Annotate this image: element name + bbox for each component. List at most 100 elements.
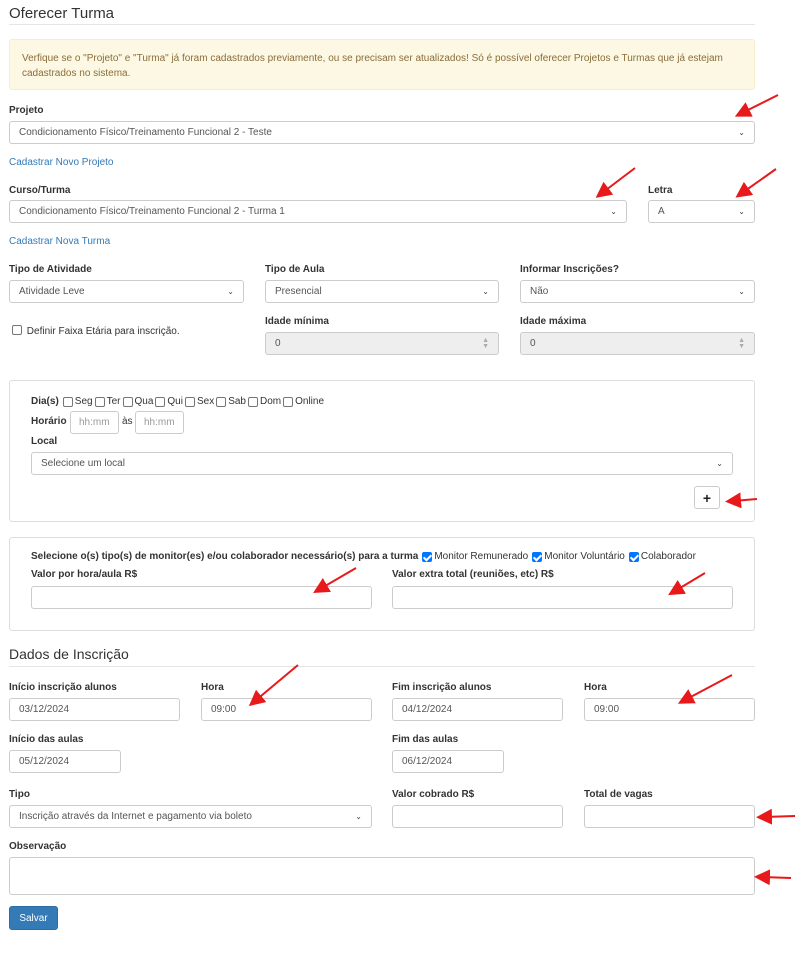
spinner-icon: ▲ ▼ <box>482 336 489 350</box>
cadastrar-projeto-link[interactable]: Cadastrar Novo Projeto <box>9 157 114 168</box>
monitor-remunerado-checkbox[interactable]: Monitor Remunerado <box>422 551 528 562</box>
tipo-select[interactable]: Inscrição através da Internet e pagament… <box>9 805 372 828</box>
informar-inscricoes-label: Informar Inscrições? <box>520 264 619 275</box>
idade-minima-value: 0 <box>275 338 281 349</box>
inicio-aulas-label: Início das aulas <box>9 734 84 745</box>
total-vagas-input[interactable] <box>584 805 755 828</box>
observacao-label: Observação <box>9 841 67 852</box>
tipo-aula-label: Tipo de Aula <box>265 264 325 275</box>
hora-inicio-label: Hora <box>201 682 224 693</box>
dia-online-checkbox[interactable]: Online <box>283 396 324 407</box>
fim-aulas-input[interactable]: 06/12/2024 <box>392 750 504 773</box>
dia-qua-checkbox[interactable]: Qua <box>122 396 153 407</box>
tipo-label: Tipo <box>9 789 30 800</box>
tipo-aula-value: Presencial <box>275 286 322 297</box>
fim-inscricao-input[interactable]: 04/12/2024 <box>392 698 563 721</box>
chevron-down-icon: ⌄ <box>738 128 745 137</box>
hora-fim-input[interactable]: 09:00 <box>584 698 755 721</box>
arrow-icon <box>756 808 796 825</box>
hora-inicio-input[interactable]: 09:00 <box>201 698 372 721</box>
informar-inscricoes-value: Não <box>530 286 549 297</box>
dia-ter-checkbox[interactable]: Ter <box>94 396 121 407</box>
idade-maxima-value: 0 <box>530 338 536 349</box>
letra-select[interactable]: A ⌄ <box>648 200 755 223</box>
inicio-aulas-input[interactable]: 05/12/2024 <box>9 750 121 773</box>
curso-label: Curso/Turma <box>9 185 71 196</box>
idade-maxima-label: Idade máxima <box>520 316 587 327</box>
arrow-icon <box>754 869 792 886</box>
horario-inicio-input[interactable]: hh:mm <box>70 411 119 434</box>
projeto-label: Projeto <box>9 105 44 116</box>
dia-qui-checkbox[interactable]: Qui <box>155 396 183 407</box>
dia-sex-checkbox[interactable]: Sex <box>184 396 214 407</box>
horario-fim-input[interactable]: hh:mm <box>135 411 184 434</box>
page-title: Oferecer Turma <box>9 5 115 22</box>
spinner-icon: ▲ ▼ <box>738 336 745 350</box>
dias-label: Dia(s) <box>31 396 59 407</box>
dia-dom-checkbox[interactable]: Dom <box>248 396 281 407</box>
cadastrar-turma-link[interactable]: Cadastrar Nova Turma <box>9 236 110 247</box>
dia-sab-checkbox[interactable]: Sab <box>216 396 246 407</box>
arrow-icon <box>595 167 636 198</box>
projeto-select[interactable]: Condicionamento Físico/Treinamento Funci… <box>9 121 755 144</box>
faixa-etaria-label: Definir Faixa Etária para inscrição. <box>26 326 180 337</box>
idade-maxima-input[interactable]: 0 ▲ ▼ <box>520 332 755 355</box>
monitores-row: Selecione o(s) tipo(s) de monitor(es) e/… <box>31 551 696 562</box>
plus-icon: + <box>702 489 712 506</box>
hora-fim-label: Hora <box>584 682 607 693</box>
local-select[interactable]: Selecione um local ⌄ <box>31 452 733 475</box>
colaborador-checkbox[interactable]: Colaborador <box>628 551 696 562</box>
title-divider <box>9 24 755 25</box>
informar-inscricoes-select[interactable]: Não ⌄ <box>520 280 755 303</box>
valor-cobrado-label: Valor cobrado R$ <box>392 789 475 800</box>
curso-select-value: Condicionamento Físico/Treinamento Funci… <box>19 206 285 217</box>
chevron-down-icon: ⌄ <box>482 287 489 296</box>
monitor-voluntario-checkbox[interactable]: Monitor Voluntário <box>532 551 625 562</box>
monitores-prompt: Selecione o(s) tipo(s) de monitor(es) e/… <box>31 551 419 562</box>
curso-select[interactable]: Condicionamento Físico/Treinamento Funci… <box>9 200 627 223</box>
valor-hora-input[interactable] <box>31 586 372 609</box>
chevron-down-icon: ⌄ <box>738 287 745 296</box>
warning-alert: Verfique se o "Projeto" e "Turma" já for… <box>9 39 755 90</box>
faixa-etaria-checkbox[interactable] <box>12 325 22 335</box>
tipo-atividade-label: Tipo de Atividade <box>9 264 92 275</box>
fim-aulas-label: Fim das aulas <box>392 734 459 745</box>
valor-hora-label: Valor por hora/aula R$ <box>31 569 138 580</box>
letra-select-value: A <box>658 206 665 217</box>
letra-label: Letra <box>648 185 673 196</box>
chevron-down-icon: ⌄ <box>355 812 362 821</box>
horario-label: Horário <box>31 416 67 427</box>
dia-seg-checkbox[interactable]: Seg <box>62 396 93 407</box>
arrow-icon <box>734 94 779 117</box>
faixa-etaria-option[interactable]: Definir Faixa Etária para inscrição. <box>12 325 180 337</box>
tipo-select-value: Inscrição através da Internet e pagament… <box>19 811 252 822</box>
valor-extra-label: Valor extra total (reuniões, etc) R$ <box>392 569 554 580</box>
arrow-icon <box>735 168 777 198</box>
as-label: às <box>122 416 133 427</box>
local-select-value: Selecione um local <box>41 458 125 469</box>
fim-inscricao-label: Fim inscrição alunos <box>392 682 492 693</box>
tipo-atividade-select[interactable]: Atividade Leve ⌄ <box>9 280 244 303</box>
chevron-down-icon: ⌄ <box>738 207 745 216</box>
dias-row: Dia(s) Seg Ter Qua Qui Sex Sab Dom Onlin… <box>31 396 326 407</box>
idade-minima-label: Idade mínima <box>265 316 329 327</box>
arrow-icon <box>677 674 733 704</box>
local-label: Local <box>31 436 58 447</box>
observacao-textarea[interactable] <box>9 857 755 895</box>
save-button[interactable]: Salvar <box>9 906 58 930</box>
valor-extra-input[interactable] <box>392 586 733 609</box>
projeto-select-value: Condicionamento Físico/Treinamento Funci… <box>19 127 272 138</box>
idade-minima-input[interactable]: 0 ▲ ▼ <box>265 332 499 355</box>
valor-cobrado-input[interactable] <box>392 805 563 828</box>
inicio-inscricao-input[interactable]: 03/12/2024 <box>9 698 180 721</box>
add-horario-button[interactable]: + <box>694 486 720 509</box>
inicio-inscricao-label: Início inscrição alunos <box>9 682 117 693</box>
section-title-inscricao: Dados de Inscrição <box>9 646 129 662</box>
tipo-aula-select[interactable]: Presencial ⌄ <box>265 280 499 303</box>
arrow-icon <box>248 664 299 707</box>
chevron-down-icon: ⌄ <box>610 207 617 216</box>
inscricao-divider <box>9 666 755 667</box>
chevron-down-icon: ⌄ <box>716 459 723 468</box>
total-vagas-label: Total de vagas <box>584 789 653 800</box>
chevron-down-icon: ⌄ <box>227 287 234 296</box>
